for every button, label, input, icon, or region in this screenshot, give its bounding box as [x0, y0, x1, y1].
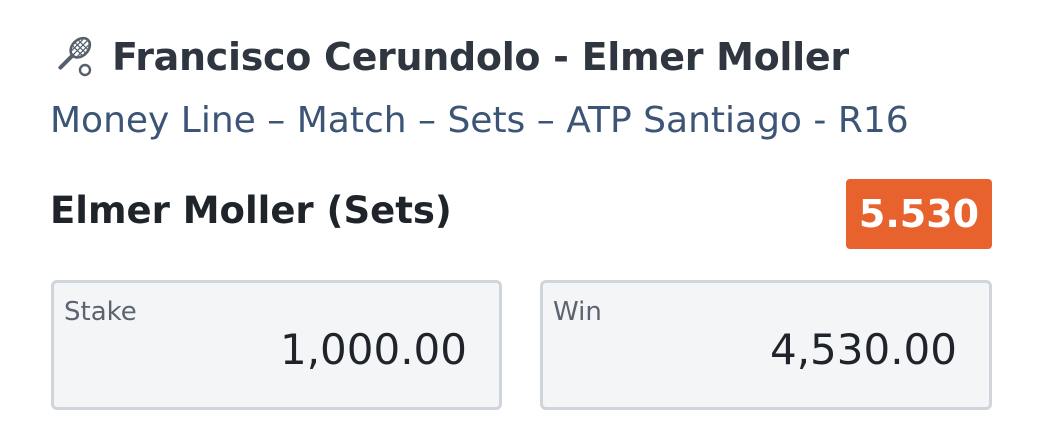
odds-badge[interactable]: 5.530	[846, 179, 992, 249]
market-description: Money Line – Match – Sets – ATP Santiago…	[50, 100, 909, 141]
stake-input-value[interactable]: 1,000.00	[280, 325, 467, 374]
win-value: 4,530.00	[769, 325, 957, 374]
stake-field[interactable]: Stake 1,000.00	[51, 280, 502, 410]
selection-name: Elmer Moller (Sets)	[50, 189, 452, 232]
match-header: Francisco Cerundolo - Elmer Moller	[50, 34, 849, 80]
stake-label: Stake	[64, 297, 137, 327]
win-label: Win	[553, 297, 602, 327]
win-field: Win 4,530.00	[540, 280, 992, 410]
tennis-racket-icon	[58, 36, 92, 77]
match-title: Francisco Cerundolo - Elmer Moller	[112, 35, 849, 79]
